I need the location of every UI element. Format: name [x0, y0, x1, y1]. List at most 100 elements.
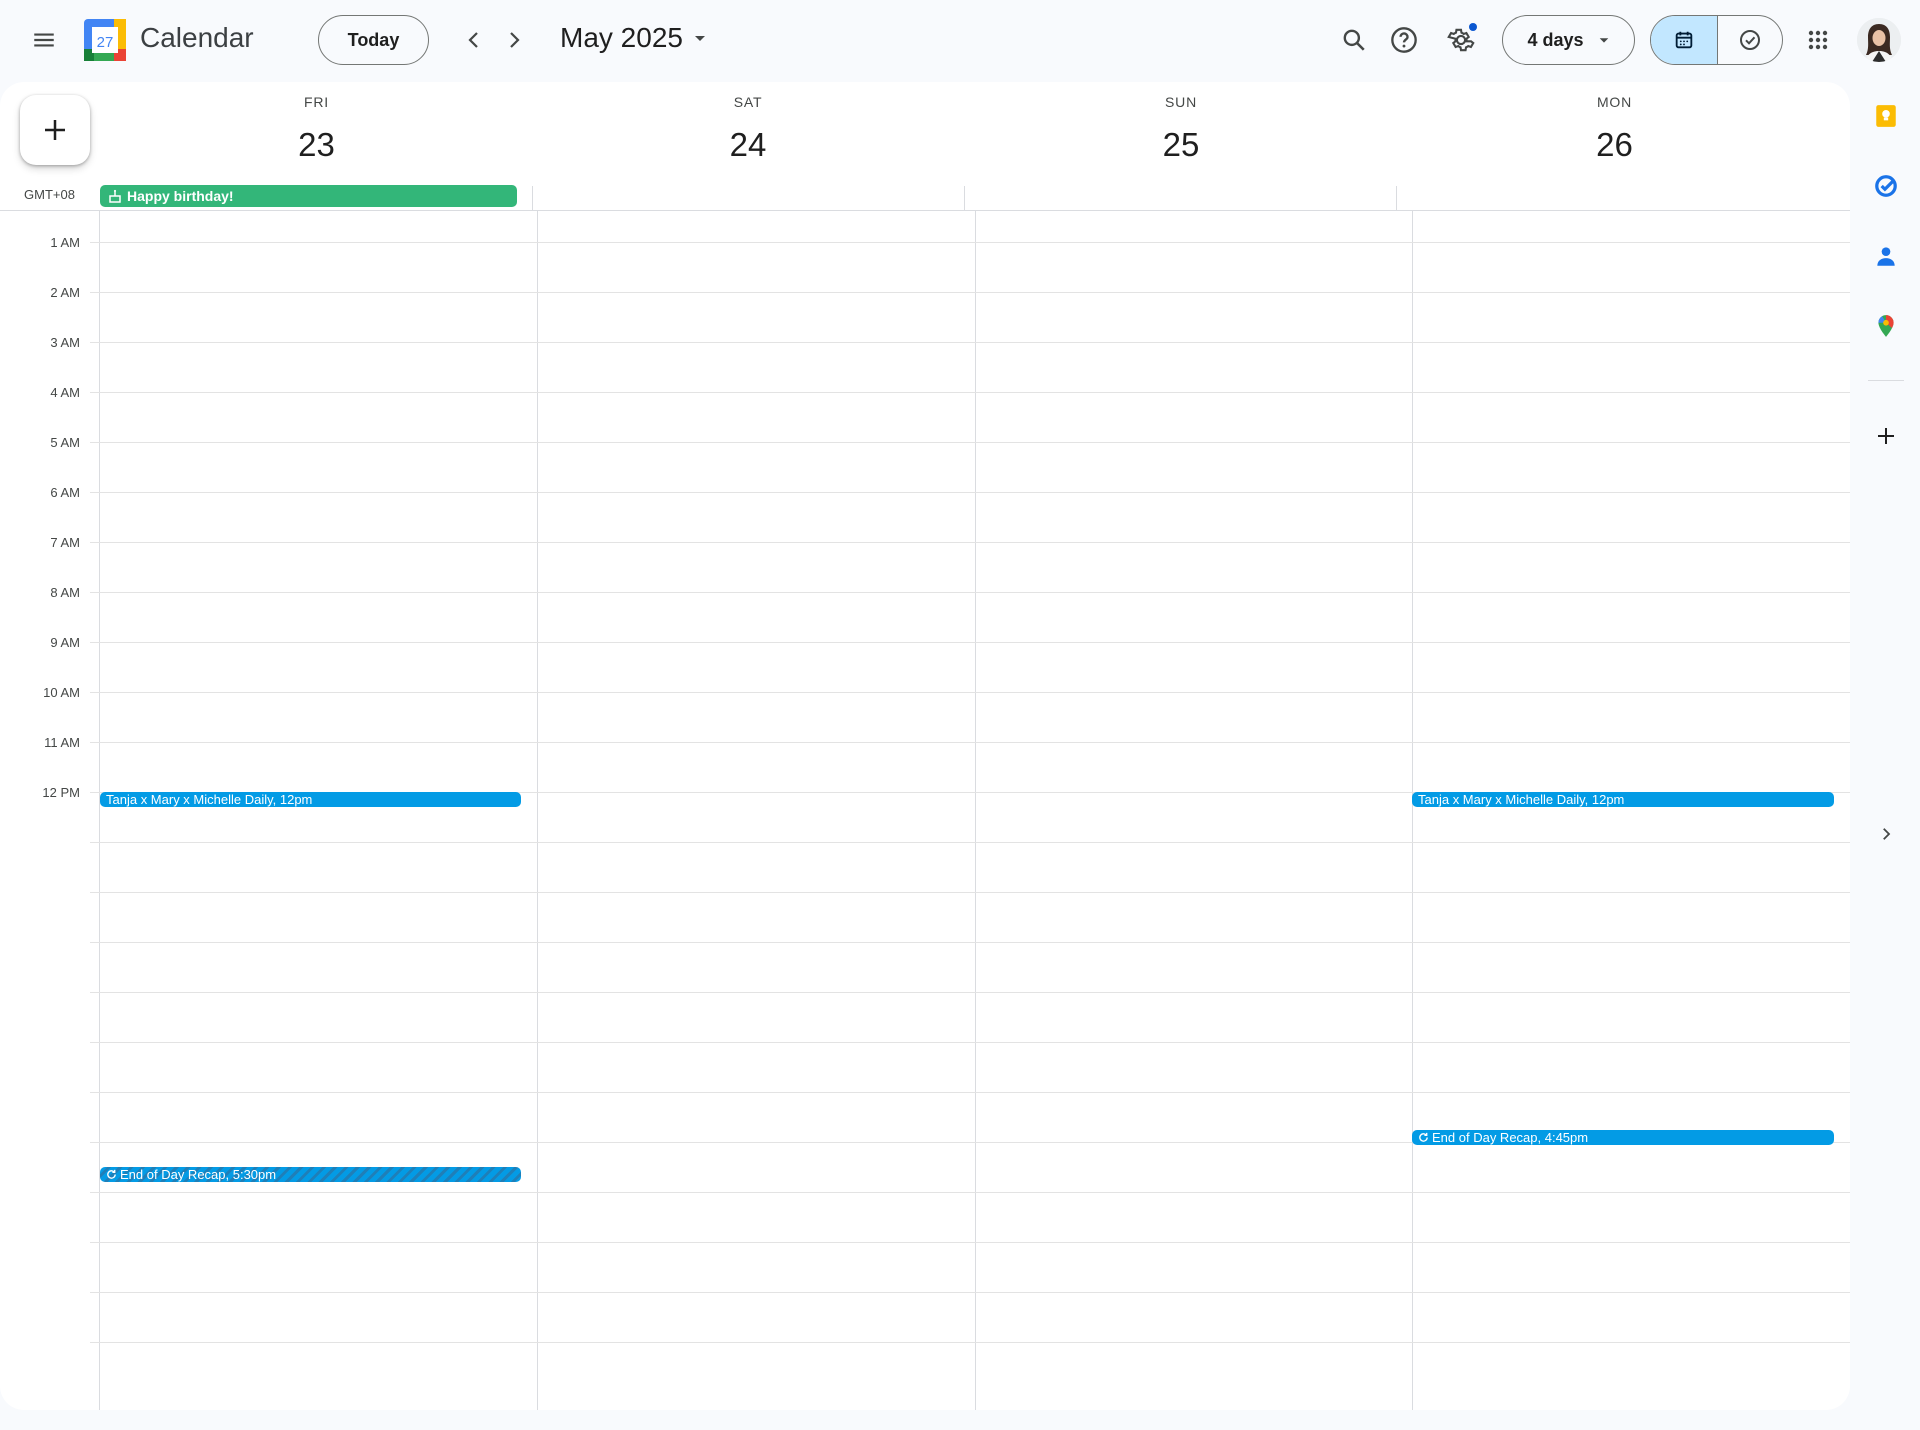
expand-side-panel-button[interactable] — [1864, 812, 1908, 856]
maps-app-button[interactable] — [1864, 304, 1908, 348]
hour-label: 9 AM — [50, 635, 80, 650]
day-number: 25 — [1162, 126, 1200, 163]
plus-icon — [45, 120, 65, 140]
user-portrait-icon — [1857, 18, 1901, 62]
hour-line — [90, 242, 1850, 243]
account-avatar[interactable] — [1857, 18, 1901, 62]
calendar-event[interactable]: End of Day Recap, 5:30pm — [100, 1167, 521, 1182]
hour-line — [90, 442, 1850, 443]
day-column-border — [1412, 211, 1413, 1410]
hour-line — [90, 892, 1850, 893]
day-column-border — [537, 211, 538, 1410]
hour-label: 8 AM — [50, 585, 80, 600]
hour-label: 1 AM — [50, 235, 80, 250]
hour-line — [90, 1292, 1850, 1293]
caret-down-icon — [1599, 38, 1608, 43]
calendar-grid-card: FRI 23 SAT 24 SUN 25 MON 26 GMT+08 Happy… — [0, 82, 1850, 1410]
event-label: End of Day Recap, 4:45pm — [1432, 1130, 1589, 1145]
day-column-border — [975, 211, 976, 1410]
previous-period-button[interactable] — [454, 20, 494, 60]
side-panel — [1856, 80, 1916, 1430]
logo-day-number: 27 — [97, 34, 114, 51]
task-check-icon — [1739, 30, 1760, 50]
calendar-view-toggle[interactable] — [1651, 16, 1717, 64]
calendar-tasks-toggle — [1650, 15, 1783, 65]
calendar-event[interactable]: Tanja x Mary x Michelle Daily, 12pm — [1412, 792, 1834, 807]
contacts-app-button[interactable] — [1864, 234, 1908, 278]
chevron-right-icon — [510, 32, 520, 48]
all-day-divider — [964, 186, 965, 210]
day-header-fri[interactable]: FRI 23 — [100, 82, 533, 186]
time-grid[interactable]: 1 AM 2 AM 3 AM 4 AM 5 AM 6 AM 7 AM 8 AM … — [0, 211, 1850, 1410]
chevron-left-icon — [468, 32, 478, 48]
tasks-view-toggle[interactable] — [1716, 16, 1783, 64]
hour-line — [90, 992, 1850, 993]
hour-line — [90, 1042, 1850, 1043]
hour-label: 4 AM — [50, 385, 80, 400]
day-number: 24 — [729, 126, 767, 163]
search-button[interactable] — [1330, 16, 1378, 64]
contacts-icon — [1877, 247, 1895, 266]
timezone-label: GMT+08 — [24, 187, 75, 202]
calendar-event[interactable]: End of Day Recap, 4:45pm — [1412, 1130, 1834, 1145]
hour-label: 7 AM — [50, 535, 80, 550]
keep-app-button[interactable] — [1864, 94, 1908, 138]
day-number: 26 — [1596, 126, 1633, 163]
hour-line — [90, 742, 1850, 743]
hour-line — [90, 392, 1850, 393]
day-of-week: SAT — [733, 94, 763, 110]
calendar-logo: 27 — [84, 19, 126, 61]
day-header-mon[interactable]: MON 26 — [1399, 82, 1830, 186]
event-label: End of Day Recap, 5:30pm — [120, 1167, 277, 1182]
hour-line — [90, 542, 1850, 543]
day-column-border — [99, 211, 100, 1410]
get-addons-button[interactable] — [1864, 414, 1908, 458]
hour-label: 2 AM — [50, 285, 80, 300]
hour-line — [90, 842, 1850, 843]
hour-label: 12 PM — [42, 785, 80, 800]
settings-button[interactable] — [1437, 16, 1485, 64]
hour-line — [90, 1092, 1850, 1093]
help-button[interactable] — [1380, 16, 1428, 64]
hour-label: 5 AM — [50, 435, 80, 450]
today-button[interactable]: Today — [318, 15, 429, 65]
calendar-event[interactable]: Tanja x Mary x Michelle Daily, 12pm — [100, 792, 521, 807]
top-bar: 27 Calendar Today May 2025 4 days — [0, 0, 1920, 80]
maps-icon — [1878, 315, 1894, 337]
keep-icon — [1876, 105, 1896, 127]
create-event-button[interactable] — [20, 95, 90, 165]
day-header-sun[interactable]: SUN 25 — [963, 82, 1399, 186]
recurring-icon — [1419, 1132, 1428, 1142]
all-day-event-title: Happy birthday! — [127, 188, 234, 204]
hour-line — [90, 342, 1850, 343]
hour-line — [90, 642, 1850, 643]
hamburger-menu-icon — [34, 33, 54, 47]
hour-label: 11 AM — [44, 735, 80, 750]
view-selector-label: 4 days — [1527, 29, 1584, 50]
view-selector[interactable]: 4 days — [1502, 15, 1635, 65]
recurring-icon — [107, 1169, 116, 1179]
calendar-icon — [1675, 31, 1692, 49]
search-icon — [1343, 29, 1365, 51]
chevron-right-icon — [1883, 828, 1891, 840]
cake-icon — [109, 189, 121, 203]
month-title: May 2025 — [560, 22, 683, 53]
event-label: Tanja x Mary x Michelle Daily, 12pm — [106, 792, 313, 807]
next-period-button[interactable] — [494, 20, 534, 60]
app-title: Calendar — [140, 22, 254, 53]
caret-down-icon — [694, 36, 705, 41]
month-selector[interactable]: May 2025 — [560, 22, 707, 54]
day-of-week: FRI — [304, 94, 329, 110]
hour-label: 3 AM — [50, 335, 80, 350]
hour-line — [90, 1192, 1850, 1193]
hour-line — [90, 692, 1850, 693]
day-of-week: MON — [1596, 94, 1633, 110]
plus-icon — [1878, 428, 1894, 444]
day-number: 23 — [298, 126, 335, 163]
all-day-divider — [1396, 186, 1397, 210]
google-apps-button[interactable] — [1794, 16, 1842, 64]
day-header-sat[interactable]: SAT 24 — [533, 82, 963, 186]
tasks-app-button[interactable] — [1864, 164, 1908, 208]
main-menu-button[interactable] — [20, 16, 68, 64]
all-day-event[interactable]: Happy birthday! — [100, 185, 517, 207]
